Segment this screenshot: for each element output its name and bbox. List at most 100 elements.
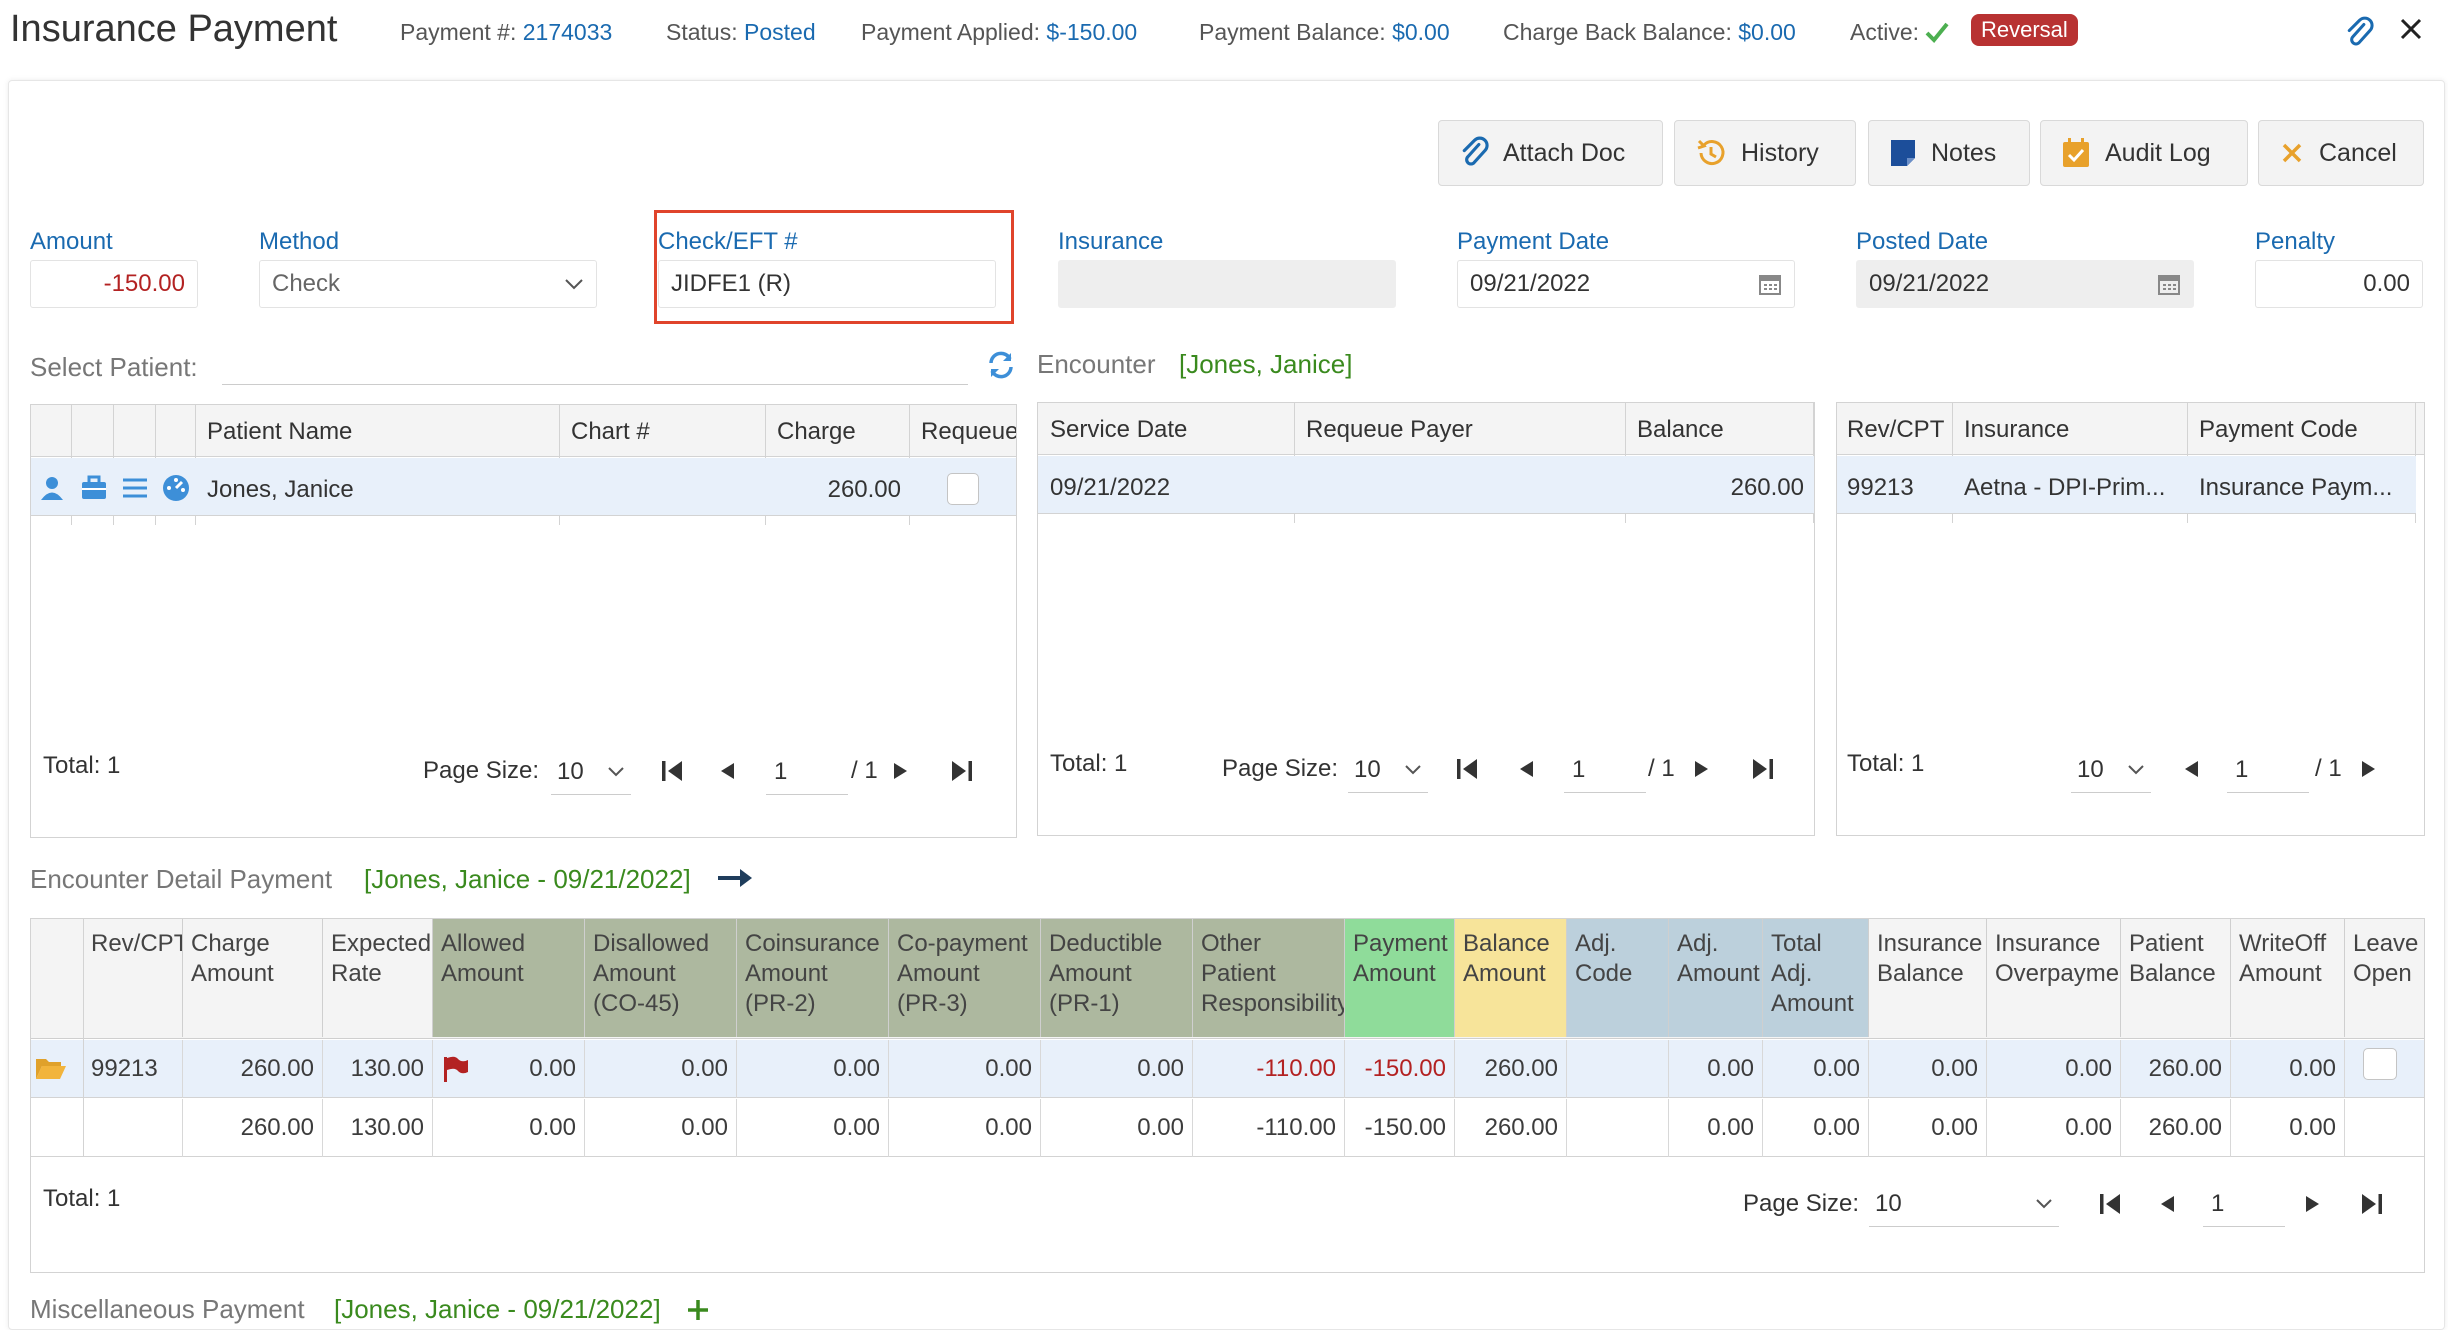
page-input[interactable]: 1 (766, 749, 848, 795)
briefcase-icon[interactable] (80, 475, 108, 501)
patient-grid-header (31, 405, 1016, 457)
last-page-icon[interactable] (949, 758, 975, 784)
requeue-checkbox[interactable] (947, 473, 979, 505)
page-size-select[interactable]: 10 (1869, 1181, 2059, 1227)
col-insurance[interactable]: Insurance (1964, 416, 2069, 444)
page-input[interactable]: 1 (2227, 747, 2309, 793)
col-payment-amount[interactable]: Payment Amount (1345, 919, 1455, 1037)
prev-page-icon[interactable] (717, 761, 737, 781)
chevron-down-icon (608, 766, 624, 776)
page-size-select[interactable]: 10 (2071, 747, 2151, 793)
cell-patient-balance: 260.00 (2121, 1040, 2231, 1098)
col-charge-amount[interactable]: Charge Amount (183, 919, 323, 1037)
total-copayment-amount: 0.00 (889, 1099, 1041, 1157)
col-copayment-amount[interactable]: Co-payment Amount (PR-3) (889, 919, 1041, 1037)
attach-doc-label: Attach Doc (1503, 138, 1626, 167)
col-requeue-payer[interactable]: Requeue Payer (1306, 416, 1473, 444)
check-eft-label: Check/EFT # (658, 228, 798, 255)
col-other-patient-responsibility[interactable]: Other Patient Responsibility (1193, 919, 1345, 1037)
list-icon[interactable] (122, 477, 148, 499)
last-page-icon[interactable] (1750, 756, 1776, 782)
col-allowed-amount[interactable]: Allowed Amount (433, 919, 585, 1037)
col-rev-cpt[interactable]: Rev/CPT (83, 919, 183, 1037)
col-writeoff-amount[interactable]: WriteOff Amount (2231, 919, 2345, 1037)
next-page-icon[interactable] (891, 761, 911, 781)
audit-log-button[interactable]: Audit Log (2040, 120, 2248, 186)
first-page-icon[interactable] (1454, 756, 1480, 782)
prev-page-icon[interactable] (1516, 759, 1536, 779)
col-insurance-balance[interactable]: Insurance Balance (1869, 919, 1987, 1037)
history-button[interactable]: History (1674, 120, 1856, 186)
prev-page-icon[interactable] (2181, 759, 2201, 779)
flag-icon[interactable] (441, 1055, 469, 1083)
col-balance[interactable]: Balance (1637, 416, 1724, 444)
col-coinsurance-amount[interactable]: Coinsurance Amount (PR-2) (737, 919, 889, 1037)
last-page-icon[interactable] (2359, 1191, 2385, 1217)
col-insurance-overpayment[interactable]: Insurance Overpayment (1987, 919, 2121, 1037)
cell-adj-code (1567, 1040, 1669, 1098)
col-chart[interactable]: Chart # (571, 418, 650, 446)
payment-applied-label: Payment Applied: (861, 19, 1041, 45)
next-page-icon[interactable] (2359, 759, 2379, 779)
first-page-icon[interactable] (2097, 1191, 2123, 1217)
close-icon[interactable] (2398, 16, 2424, 42)
col-expected-rate[interactable]: Expected Rate (323, 919, 433, 1037)
folder-open-icon[interactable] (35, 1055, 67, 1081)
dashboard-icon[interactable] (162, 474, 190, 502)
posted-date-label: Posted Date (1856, 228, 1989, 255)
col-deductible-amount[interactable]: Deductible Amount (PR-1) (1041, 919, 1193, 1037)
calendar-icon[interactable] (2157, 272, 2181, 296)
user-icon[interactable] (39, 475, 65, 501)
arrow-right-icon[interactable] (716, 866, 754, 890)
col-service-date[interactable]: Service Date (1050, 416, 1187, 444)
page-input[interactable]: 1 (1564, 747, 1646, 793)
posted-date-field[interactable]: 09/21/2022 (1856, 260, 2194, 308)
cell-balance-amount: 260.00 (1455, 1040, 1567, 1098)
next-page-icon[interactable] (1692, 759, 1712, 779)
col-patient-name[interactable]: Patient Name (207, 418, 352, 446)
col-adj-amount[interactable]: Adj. Amount (1669, 919, 1763, 1037)
amount-label: Amount (30, 228, 113, 255)
table-row[interactable]: 99213 260.00 130.00 0.00 0.00 0.00 0.00 0.00 -11… (31, 1040, 2424, 1098)
col-total-adj-amount[interactable]: Total Adj. Amount (1763, 919, 1869, 1037)
col-patient-balance[interactable]: Patient Balance (2121, 919, 2231, 1037)
first-page-icon[interactable] (659, 758, 685, 784)
col-payment-code[interactable]: Payment Code (2199, 416, 2358, 444)
cell-adj-amount: 0.00 (1669, 1040, 1763, 1098)
col-charge[interactable]: Charge (777, 418, 856, 446)
col-balance-amount[interactable]: Balance Amount (1455, 919, 1567, 1037)
col-leave-open[interactable]: Leave Open (2345, 919, 2424, 1037)
patient-grid: Patient Name Chart # Charge Requeue Jone… (30, 404, 1017, 838)
check-eft-field[interactable]: JIDFE1 (R) (658, 260, 996, 308)
charge-back-value: $0.00 (1738, 19, 1796, 45)
leave-open-checkbox[interactable] (2363, 1048, 2397, 1080)
insurance-field[interactable] (1058, 260, 1396, 308)
col-adj-code[interactable]: Adj. Code (1567, 919, 1669, 1037)
payment-date-field[interactable]: 09/21/2022 (1457, 260, 1795, 308)
col-requeue[interactable]: Requeue (921, 418, 1016, 446)
col-disallowed-amount[interactable]: Disallowed Amount (CO-45) (585, 919, 737, 1037)
cancel-button[interactable]: Cancel (2258, 120, 2424, 186)
amount-field[interactable]: -150.00 (30, 260, 198, 308)
page-input[interactable]: 1 (2203, 1181, 2285, 1227)
select-patient-input[interactable] (222, 384, 968, 385)
payment-applied-value: $-150.00 (1046, 19, 1138, 45)
total-rev-cpt (83, 1099, 183, 1157)
cell-copayment-amount: 0.00 (889, 1040, 1041, 1098)
attach-doc-button[interactable]: Attach Doc (1438, 120, 1663, 186)
page-size-select[interactable]: 10 (1348, 747, 1428, 793)
next-page-icon[interactable] (2303, 1194, 2323, 1214)
notes-button[interactable]: Notes (1868, 120, 2030, 186)
page-size-value: 10 (2077, 755, 2104, 783)
penalty-field[interactable]: 0.00 (2255, 260, 2423, 308)
total-other-patient-responsibility: -110.00 (1193, 1099, 1345, 1157)
calendar-icon[interactable] (1758, 272, 1782, 296)
paperclip-icon[interactable] (2344, 16, 2374, 50)
method-select[interactable]: Check (259, 260, 597, 308)
add-icon[interactable] (686, 1298, 710, 1322)
prev-page-icon[interactable] (2157, 1194, 2177, 1214)
col-rev-cpt[interactable]: Rev/CPT (1847, 416, 1944, 444)
charge-back-balance: Charge Back Balance: $0.00 (1503, 19, 1796, 46)
page-size-select[interactable]: 10 (551, 749, 631, 795)
refresh-icon[interactable] (986, 350, 1016, 380)
